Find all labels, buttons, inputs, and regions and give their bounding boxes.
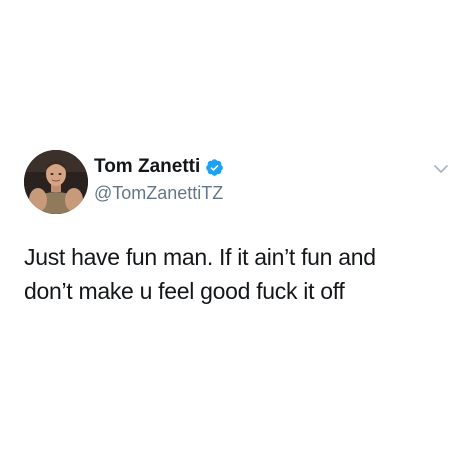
tweet-text: Just have fun man. If it ain’t fun and d… bbox=[24, 240, 454, 308]
display-name[interactable]: Tom Zanetti bbox=[94, 156, 200, 178]
avatar-image bbox=[24, 150, 88, 214]
tweet-text-line: Just have fun man. If it ain’t fun and bbox=[24, 244, 376, 270]
tweet-text-line: don’t make u feel good fuck it off bbox=[24, 278, 345, 304]
user-handle[interactable]: @TomZanettiTZ bbox=[94, 182, 223, 204]
avatar[interactable] bbox=[24, 150, 88, 214]
verified-badge-icon bbox=[205, 158, 224, 177]
name-row: Tom Zanetti bbox=[94, 156, 224, 178]
chevron-down-icon[interactable] bbox=[432, 160, 450, 178]
tweet-card: Tom Zanetti @TomZanettiTZ Just have fun … bbox=[0, 0, 474, 474]
